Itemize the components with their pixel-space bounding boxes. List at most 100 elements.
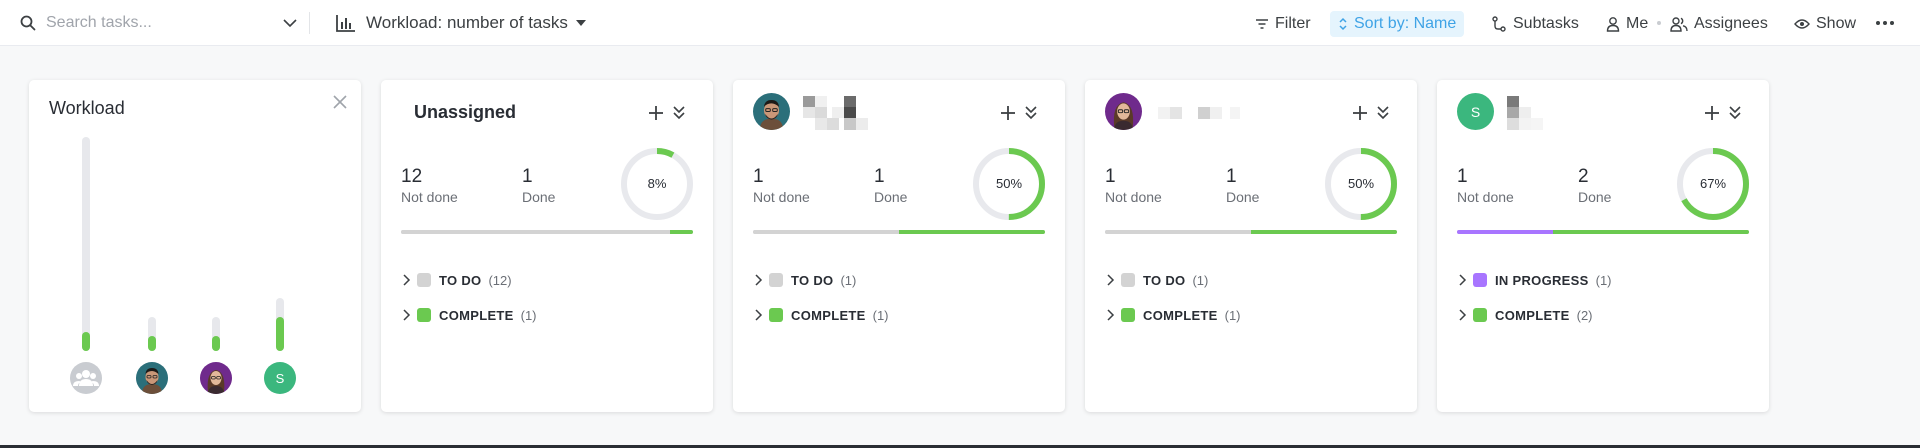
completion-donut: 8%: [621, 148, 693, 220]
assignee-card: S 1 Not done 2 Done 67% IN PROGRESS (1) …: [1437, 80, 1769, 412]
status-name: COMPLETE: [439, 307, 514, 323]
sort-button[interactable]: Sort by: Name: [1330, 11, 1465, 37]
show-button[interactable]: Show: [1788, 11, 1862, 37]
not-done-count: 1: [753, 166, 764, 187]
not-done-label: Not done: [753, 189, 810, 205]
chevron-right-icon: [755, 309, 763, 321]
progress-bar: [1457, 230, 1749, 234]
redacted-name: [1154, 96, 1244, 130]
filter-button[interactable]: Filter: [1249, 11, 1317, 37]
status-name: TO DO: [1143, 272, 1186, 288]
assignee-card: 1 Not done 1 Done 50% TO DO (1) COMPLETE…: [733, 80, 1065, 412]
done-count: 1: [1226, 166, 1237, 187]
subtasks-button[interactable]: Subtasks: [1485, 11, 1585, 37]
search-box[interactable]: [20, 12, 298, 34]
chevron-right-icon: [1107, 274, 1115, 286]
avatar[interactable]: [136, 362, 168, 394]
workload-label: Workload: number of tasks: [366, 13, 568, 32]
workload-bar-track: [276, 298, 284, 351]
status-group-todo[interactable]: TO DO (12): [401, 270, 512, 290]
percent-label: 8%: [648, 176, 667, 191]
avatar-initial[interactable]: S: [264, 362, 296, 394]
status-group-complete[interactable]: COMPLETE (1): [1105, 305, 1241, 325]
workload-bar-fill: [148, 336, 156, 351]
status-name: COMPLETE: [1495, 307, 1570, 323]
collapse-icon[interactable]: [1727, 103, 1743, 121]
avatar-initial[interactable]: S: [1457, 93, 1494, 130]
status-color-swatch: [769, 308, 783, 322]
status-group-complete[interactable]: COMPLETE (1): [753, 305, 889, 325]
plus-icon[interactable]: [999, 104, 1017, 122]
not-done-label: Not done: [1105, 189, 1162, 205]
status-color-swatch: [417, 273, 431, 287]
done-count: 1: [522, 166, 533, 187]
search-icon: [20, 15, 36, 31]
workload-bar-track: [148, 317, 156, 351]
not-done-count: 12: [401, 166, 423, 187]
avatar[interactable]: [200, 362, 232, 394]
man-avatar-image: [136, 362, 168, 394]
workload-bar-fill: [212, 336, 220, 351]
collapse-icon[interactable]: [1375, 103, 1391, 121]
done-label: Done: [874, 189, 908, 205]
close-icon[interactable]: [331, 93, 349, 111]
show-label: Show: [1816, 15, 1857, 32]
subtasks-icon: [1492, 16, 1506, 32]
group-icon: [73, 370, 99, 386]
avatar[interactable]: [753, 93, 790, 130]
assignee-card: Unassigned 12 Not done 1 Done 8% TO DO (…: [381, 80, 713, 412]
status-color-swatch: [1473, 273, 1487, 287]
redacted-name: [1506, 96, 1556, 130]
more-options-icon[interactable]: [1873, 12, 1897, 34]
done-label: Done: [522, 189, 556, 205]
sort-icon: [1339, 17, 1347, 31]
workload-panel: Workload S: [29, 80, 361, 412]
status-group-complete[interactable]: COMPLETE (1): [401, 305, 537, 325]
me-button[interactable]: Me: [1600, 11, 1654, 37]
workload-bar-track: [82, 137, 90, 351]
plus-icon[interactable]: [1351, 104, 1369, 122]
unassigned-group-avatar[interactable]: [70, 362, 102, 394]
status-group-complete[interactable]: COMPLETE (2): [1457, 305, 1593, 325]
status-name: COMPLETE: [1143, 307, 1218, 323]
separator-dot: [1657, 21, 1661, 25]
status-name: IN PROGRESS: [1495, 272, 1589, 288]
done-label: Done: [1578, 189, 1612, 205]
progress-segment-inprogress: [1457, 230, 1553, 234]
status-count: (1): [520, 307, 537, 323]
filter-label: Filter: [1275, 15, 1311, 32]
status-count: (1): [840, 272, 857, 288]
status-count: (2): [1576, 307, 1593, 323]
not-done-label: Not done: [401, 189, 458, 205]
workload-dropdown[interactable]: Workload: number of tasks: [336, 12, 586, 34]
chevron-right-icon: [755, 274, 763, 286]
status-group-todo[interactable]: TO DO (1): [1105, 270, 1208, 290]
status-name: COMPLETE: [791, 307, 866, 323]
assignees-button[interactable]: Assignees: [1664, 11, 1774, 37]
status-count: (1): [1192, 272, 1209, 288]
filter-icon: [1256, 19, 1268, 29]
search-input[interactable]: [46, 14, 276, 32]
collapse-icon[interactable]: [671, 103, 687, 121]
workload-panel-title: Workload: [49, 98, 125, 118]
status-count: (12): [488, 272, 512, 288]
plus-icon[interactable]: [1703, 104, 1721, 122]
progress-segment-done: [1553, 230, 1749, 234]
status-count: (1): [1224, 307, 1241, 323]
status-group-in-progress[interactable]: IN PROGRESS (1): [1457, 270, 1612, 290]
not-done-label: Not done: [1457, 189, 1514, 205]
plus-icon[interactable]: [647, 104, 665, 122]
status-count: (1): [1595, 272, 1612, 288]
assignee-card: 1 Not done 1 Done 50% TO DO (1) COMPLETE…: [1085, 80, 1417, 412]
avatar[interactable]: [1105, 93, 1142, 130]
chevron-down-icon[interactable]: [282, 15, 298, 31]
status-color-swatch: [417, 308, 431, 322]
collapse-icon[interactable]: [1023, 103, 1039, 121]
done-label: Done: [1226, 189, 1260, 205]
woman-avatar-image: [200, 362, 232, 394]
status-group-todo[interactable]: TO DO (1): [753, 270, 856, 290]
completion-donut: 50%: [973, 148, 1045, 220]
done-count: 2: [1578, 166, 1589, 187]
not-done-count: 1: [1457, 166, 1468, 187]
chevron-right-icon: [1459, 274, 1467, 286]
